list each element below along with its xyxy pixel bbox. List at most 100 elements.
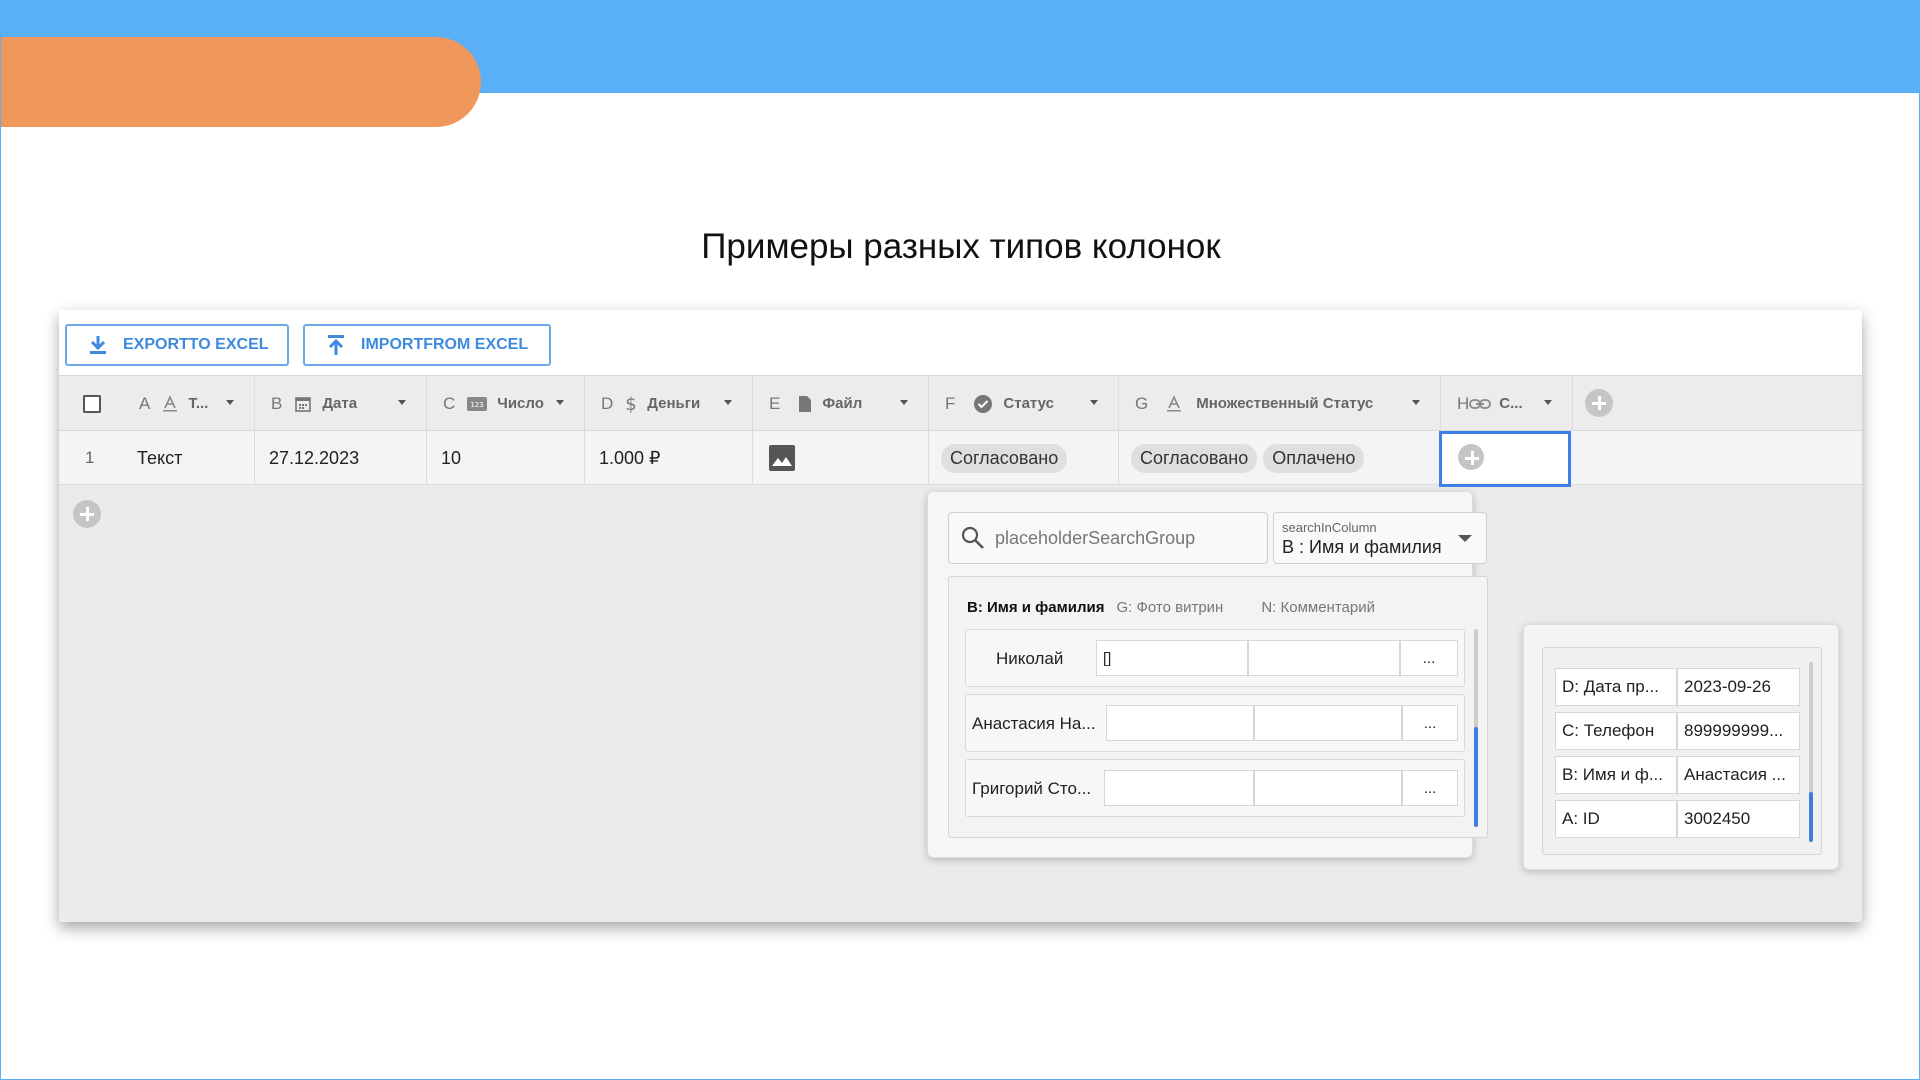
svg-text:123: 123 [471, 401, 484, 409]
export-excel-label: EXPORTTO EXCEL [123, 336, 269, 353]
column-header-row: A Т... B Дата C 123 Число D $ Деньги E Ф… [59, 376, 1862, 431]
add-row-icon[interactable] [73, 500, 101, 528]
cell-g[interactable]: Согласовано Оплачено [1119, 431, 1441, 485]
svg-text:$: $ [626, 394, 637, 414]
chevron-down-icon[interactable] [556, 400, 564, 405]
record-fields: D: Дата пр... 2023-09-26 C: Телефон 8999… [1542, 647, 1822, 855]
cell-text-value: Текст [137, 447, 183, 468]
column-header-d[interactable]: D $ Деньги [585, 376, 753, 431]
search-icon [961, 526, 984, 549]
slide-title: Примеры разных типов колонок [701, 227, 1221, 266]
list-item[interactable]: Николай [] ... [965, 629, 1465, 687]
chevron-down-icon[interactable] [900, 400, 908, 405]
search-field[interactable] [948, 512, 1268, 564]
item-field [1106, 705, 1254, 741]
cell-d[interactable]: 1.000 ₽ [585, 431, 753, 485]
cell-b[interactable]: 27.12.2023 [255, 431, 427, 485]
detail-row: D: Дата пр... 2023-09-26 [1555, 668, 1800, 706]
search-results-panel: B: Имя и фамилия G: Фото витрин N: Комме… [948, 576, 1488, 838]
chevron-down-icon[interactable] [1544, 400, 1552, 405]
add-column-icon[interactable] [1585, 389, 1613, 417]
column-letter: D [601, 393, 614, 413]
more-button[interactable]: ... [1402, 705, 1458, 741]
list-item[interactable]: Григорий Сто... ... [965, 759, 1465, 817]
item-field [1254, 705, 1402, 741]
column-letter: F [945, 393, 956, 413]
download-icon [90, 336, 106, 354]
item-field [1104, 770, 1254, 806]
tab-name[interactable]: B: Имя и фамилия [967, 599, 1104, 616]
chevron-down-icon[interactable] [724, 400, 732, 405]
column-name: Дата [322, 395, 358, 412]
column-header-a[interactable]: A Т... [59, 376, 255, 431]
dollar-icon: $ [625, 394, 637, 414]
column-header-h[interactable]: H С... [1441, 376, 1573, 431]
column-name: С... [1499, 395, 1523, 412]
cell-date-value: 27.12.2023 [269, 447, 360, 468]
search-column-select[interactable]: searchInColumn B : Имя и фамилия [1273, 512, 1487, 564]
file-icon [798, 395, 812, 413]
slide: Примеры разных типов колонок EXPORTTO EX… [0, 0, 1920, 1080]
column-name: Файл [822, 395, 863, 412]
tab-photo[interactable]: G: Фото витрин [1116, 599, 1223, 616]
toolbar: EXPORTTO EXCEL IMPORTFROM EXCEL [59, 310, 1862, 376]
chevron-down-icon[interactable] [1412, 400, 1420, 405]
search-input[interactable] [995, 527, 1245, 549]
field-label: C: Телефон [1555, 712, 1677, 750]
column-header-e[interactable]: E Файл [753, 376, 929, 431]
text-icon [1166, 394, 1182, 413]
status-badge: Согласовано [941, 443, 1068, 473]
scrollbar[interactable] [1474, 629, 1478, 827]
add-link-icon[interactable] [1458, 444, 1484, 470]
detail-row: C: Телефон 899999999... [1555, 712, 1800, 750]
item-name: Григорий Сто... [972, 779, 1092, 798]
image-icon[interactable] [769, 445, 795, 471]
column-name: Статус [1003, 395, 1054, 412]
more-button[interactable]: ... [1400, 640, 1458, 676]
field-value: 2023-09-26 [1677, 668, 1800, 706]
cell-h-selected[interactable] [1439, 431, 1571, 487]
detail-row: A: ID 3002450 [1555, 800, 1800, 838]
list-item[interactable]: Анастасия На... ... [965, 694, 1465, 752]
more-button[interactable]: ... [1402, 770, 1458, 806]
chevron-down-icon[interactable] [398, 400, 406, 405]
status-badge: Оплачено [1263, 443, 1365, 473]
column-letter: B [271, 393, 283, 413]
calendar-icon [294, 395, 312, 413]
record-detail-card: D: Дата пр... 2023-09-26 C: Телефон 8999… [1523, 624, 1839, 870]
status-badge: Согласовано [1131, 443, 1258, 473]
column-header-c[interactable]: C 123 Число [427, 376, 585, 431]
scrollbar[interactable] [1809, 662, 1813, 842]
column-name: Деньги [647, 395, 701, 412]
column-name: Число [497, 395, 544, 412]
column-letter: H [1457, 393, 1470, 413]
check-circle-icon [973, 394, 993, 414]
column-letter: A [139, 393, 151, 413]
cell-c[interactable]: 10 [427, 431, 585, 485]
field-label: D: Дата пр... [1555, 668, 1677, 706]
cell-a[interactable]: 1 Текст [59, 431, 255, 485]
scrollbar-thumb[interactable] [1474, 727, 1478, 827]
detail-row: B: Имя и ф... Анастасия ... [1555, 756, 1800, 794]
field-label: A: ID [1555, 800, 1677, 838]
item-field [1248, 640, 1400, 676]
chevron-down-icon[interactable] [226, 400, 234, 405]
tab-comment[interactable]: N: Комментарий [1261, 599, 1375, 616]
select-value: B : Имя и фамилия [1282, 537, 1442, 557]
link-icon [1469, 398, 1492, 410]
column-letter: C [443, 393, 456, 413]
column-name: Множественный Статус [1196, 395, 1374, 412]
select-all-checkbox[interactable] [83, 395, 101, 413]
accent-banner [1, 37, 481, 127]
cell-f[interactable]: Согласовано [929, 431, 1119, 485]
field-value: Анастасия ... [1677, 756, 1800, 794]
cell-e[interactable] [753, 431, 929, 485]
chevron-down-icon[interactable] [1090, 400, 1098, 405]
import-excel-button[interactable]: IMPORTFROM EXCEL [303, 324, 551, 366]
column-header-g[interactable]: G Множественный Статус [1119, 376, 1441, 431]
column-header-b[interactable]: B Дата [255, 376, 427, 431]
export-excel-button[interactable]: EXPORTTO EXCEL [65, 324, 289, 366]
scrollbar-thumb[interactable] [1809, 792, 1813, 842]
item-field: [] [1096, 640, 1248, 676]
column-header-f[interactable]: F Статус [929, 376, 1119, 431]
